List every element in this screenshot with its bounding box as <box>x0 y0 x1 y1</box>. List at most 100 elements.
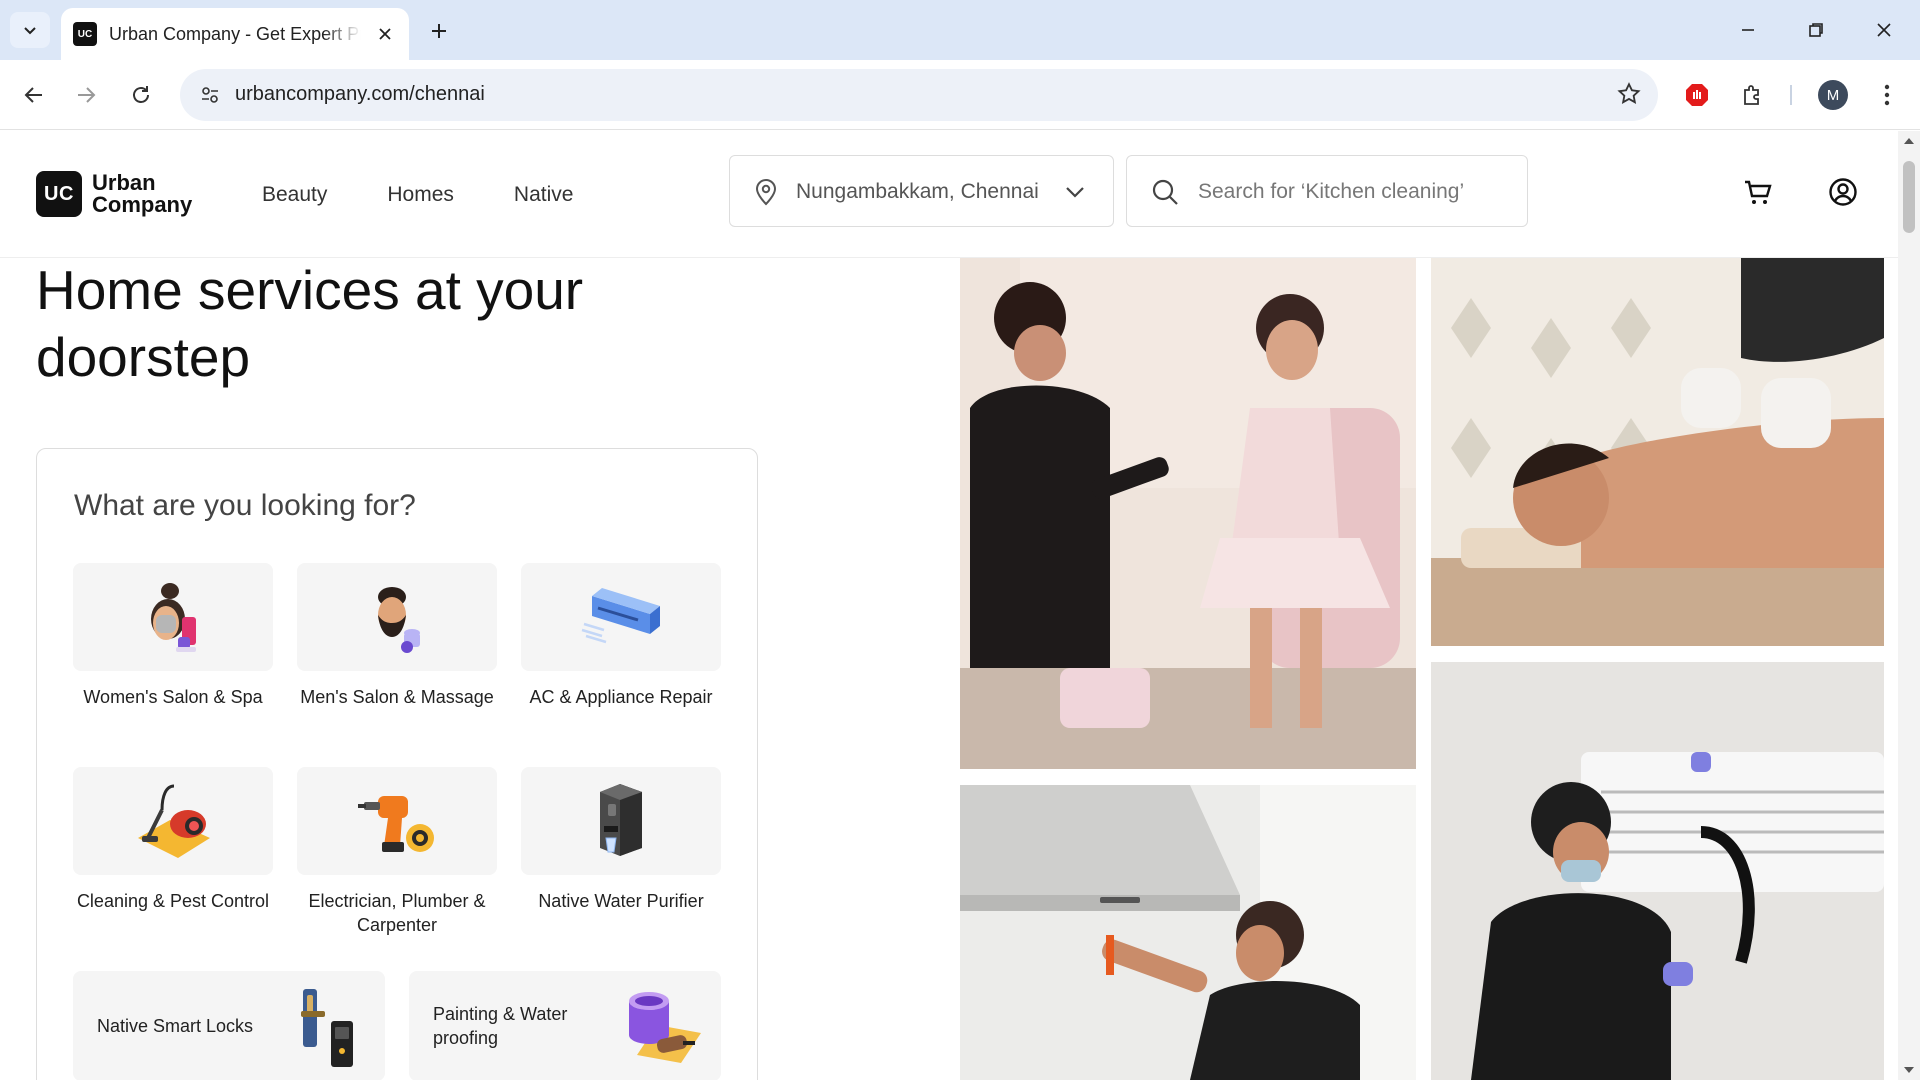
search-icon <box>1152 179 1178 205</box>
location-selector[interactable]: Nungambakkam, Chennai <box>729 155 1114 227</box>
nav-homes[interactable]: Homes <box>387 183 454 207</box>
smart-lock-icon <box>301 989 353 1067</box>
category-tile <box>297 563 497 671</box>
tab-title: Urban Company - Get Expert Pr <box>109 23 361 44</box>
restore-button[interactable] <box>1792 10 1840 50</box>
shield-hand-icon <box>1686 84 1708 106</box>
browser-menu-button[interactable] <box>1867 75 1907 115</box>
search-placeholder: Search for ‘Kitchen cleaning’ <box>1198 180 1465 203</box>
photo-illustration <box>960 785 1416 1080</box>
women-salon-icon <box>151 583 196 652</box>
reload-icon <box>133 86 149 103</box>
category-tile <box>297 767 497 875</box>
new-tab-button[interactable] <box>422 14 456 48</box>
category-label: AC & Appliance Repair <box>529 687 713 707</box>
category-tile <box>73 767 273 875</box>
chevron-down-icon <box>24 27 36 35</box>
web-page: UC Urban Company Beauty Homes Native Nun… <box>0 131 1898 1080</box>
finder-title: What are you looking for? <box>74 489 416 522</box>
logo-line-2: Company <box>92 192 193 217</box>
minimize-icon <box>1742 29 1754 31</box>
puzzle-icon <box>1744 85 1759 105</box>
urban-company-logo[interactable]: UC Urban Company <box>36 171 192 217</box>
service-finder-card: What are you looking for? Women's Salon … <box>36 448 758 1080</box>
service-search-input[interactable]: Search for ‘Kitchen cleaning’ <box>1126 155 1528 227</box>
account-button[interactable] <box>1828 177 1858 212</box>
browser-tab-bar: UC Urban Company - Get Expert Pr <box>0 0 1920 60</box>
ac-repair-icon <box>581 588 660 644</box>
tune-icon <box>202 87 218 103</box>
photo-womens-salon-service <box>960 258 1416 769</box>
category-tile <box>73 563 273 671</box>
page-scrollbar[interactable] <box>1898 131 1920 1080</box>
reload-button[interactable] <box>121 75 161 115</box>
paint-bucket-icon <box>629 992 701 1063</box>
back-button[interactable] <box>14 75 54 115</box>
photo-illustration <box>1431 258 1884 646</box>
kebab-menu-icon <box>1884 84 1890 106</box>
extensions-button[interactable] <box>1733 75 1773 115</box>
category-tile <box>521 563 721 671</box>
browser-toolbar: urbancompany.com/chennai M <box>0 60 1920 130</box>
category-label: Women's Salon & Spa <box>83 687 263 707</box>
nav-beauty[interactable]: Beauty <box>262 183 327 207</box>
star-icon <box>1617 82 1641 104</box>
arrow-left-icon <box>24 87 42 103</box>
window-close-button[interactable] <box>1860 10 1908 50</box>
cart-button[interactable] <box>1743 177 1773 212</box>
tab-search-button[interactable] <box>10 12 50 48</box>
extension-adblock-button[interactable] <box>1677 75 1717 115</box>
photo-illustration <box>960 258 1416 769</box>
nav-native[interactable]: Native <box>514 183 574 207</box>
logo-mark: UC <box>36 171 82 217</box>
scroll-down-icon[interactable] <box>1903 1065 1915 1075</box>
favicon-icon: UC <box>73 22 97 46</box>
user-circle-icon <box>1829 178 1857 206</box>
address-bar[interactable]: urbancompany.com/chennai <box>180 69 1658 121</box>
chevron-down-icon <box>1066 187 1084 198</box>
arrow-right-icon <box>78 87 96 103</box>
category-cleaning[interactable]: Cleaning & Pest Control <box>73 767 273 913</box>
scrollbar-thumb[interactable] <box>1903 161 1915 233</box>
cart-icon <box>1745 180 1772 204</box>
category-label: Cleaning & Pest Control <box>76 891 270 911</box>
category-electrician-plumber[interactable]: Electrician, Plumber & Carpenter <box>297 767 497 937</box>
category-label: Men's Salon & Massage <box>300 687 494 707</box>
forward-button[interactable] <box>66 75 106 115</box>
category-ac-repair[interactable]: AC & Appliance Repair <box>521 563 721 709</box>
site-info-button[interactable] <box>194 79 226 111</box>
bookmark-button[interactable] <box>1616 81 1642 112</box>
category-tile <box>521 767 721 875</box>
location-text: Nungambakkam, Chennai <box>796 180 1039 203</box>
water-purifier-icon <box>600 784 642 856</box>
site-header: UC Urban Company Beauty Homes Native Nun… <box>0 131 1898 258</box>
tab-close-button[interactable] <box>373 22 397 46</box>
cleaning-icon <box>138 784 210 858</box>
photo-ac-service <box>1431 662 1884 1080</box>
men-salon-icon <box>378 587 420 653</box>
close-icon <box>379 28 391 40</box>
main-nav: Beauty Homes Native <box>262 183 573 207</box>
category-label: Native Smart Locks <box>97 1016 254 1036</box>
minimize-button[interactable] <box>1724 10 1772 50</box>
category-womens-salon[interactable]: Women's Salon & Spa <box>73 563 273 709</box>
category-label: Electrician, Plumber & Carpenter <box>308 891 486 935</box>
avatar: M <box>1818 80 1848 110</box>
profile-button[interactable]: M <box>1813 75 1853 115</box>
category-painting-waterproofing[interactable]: Painting & Water proofing <box>409 971 721 1080</box>
plus-icon <box>432 24 446 38</box>
logo-text: Urban Company <box>92 172 192 216</box>
scroll-up-icon[interactable] <box>1903 136 1915 146</box>
category-water-purifier[interactable]: Native Water Purifier <box>521 767 721 913</box>
location-pin-icon <box>755 179 777 206</box>
page-title: Home services at your doorstep <box>36 259 584 388</box>
category-smart-locks[interactable]: Native Smart Locks <box>73 971 385 1080</box>
category-mens-salon[interactable]: Men's Salon & Massage <box>297 563 497 709</box>
browser-tab-active[interactable]: UC Urban Company - Get Expert Pr <box>61 8 409 60</box>
photo-massage-service <box>1431 258 1884 646</box>
photo-illustration <box>1431 662 1884 1080</box>
category-label: Native Water Purifier <box>538 891 704 911</box>
toolbar-separator <box>1790 85 1792 105</box>
category-label: Painting & Water proofing <box>433 1004 568 1048</box>
restore-icon <box>1809 23 1823 37</box>
